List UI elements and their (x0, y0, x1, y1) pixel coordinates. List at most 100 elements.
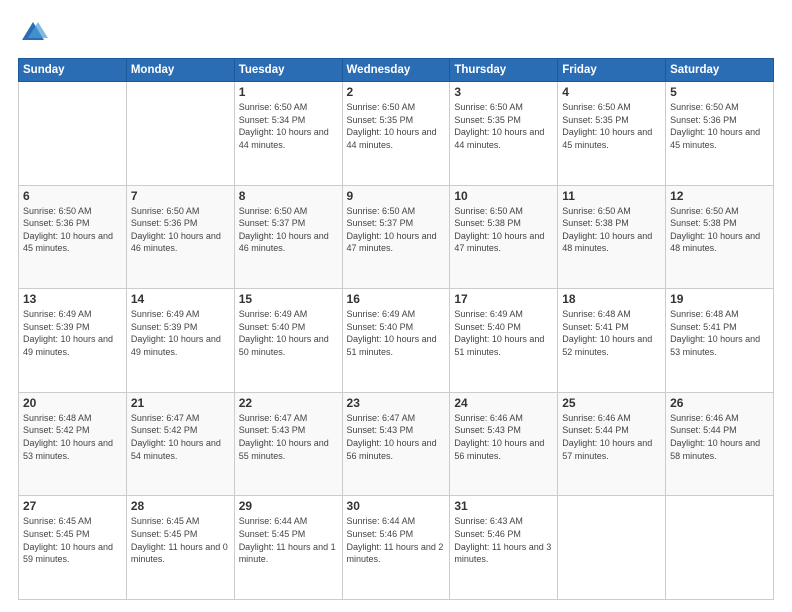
day-info: Sunrise: 6:43 AM Sunset: 5:46 PM Dayligh… (454, 515, 553, 565)
day-info: Sunrise: 6:50 AM Sunset: 5:38 PM Dayligh… (670, 205, 769, 255)
calendar-cell: 7Sunrise: 6:50 AM Sunset: 5:36 PM Daylig… (126, 185, 234, 289)
day-info: Sunrise: 6:44 AM Sunset: 5:45 PM Dayligh… (239, 515, 338, 565)
day-number: 8 (239, 189, 338, 203)
calendar-cell: 20 Sunrise: 6:48 AM Sunset: 5:42 PM Dayli… (19, 392, 127, 496)
calendar-header-tuesday: Tuesday (234, 59, 342, 82)
calendar-header-wednesday: Wednesday (342, 59, 450, 82)
calendar-cell: 5 Sunrise: 6:50 AM Sunset: 5:36 PM Daylig… (666, 82, 774, 186)
day-number: 12 (670, 189, 769, 203)
calendar-week-1: 1 Sunrise: 6:50 AM Sunset: 5:34 PM Daylig… (19, 82, 774, 186)
calendar-cell (19, 82, 127, 186)
calendar-cell: 22 Sunrise: 6:47 AM Sunset: 5:43 PM Dayli… (234, 392, 342, 496)
day-info: Sunrise: 6:48 AM Sunset: 5:41 PM Dayligh… (562, 308, 661, 358)
day-number: 30 (347, 499, 446, 513)
calendar-week-3: 13Sunrise: 6:49 AM Sunset: 5:39 PM Dayli… (19, 289, 774, 393)
day-number: 10 (454, 189, 553, 203)
day-info: Sunrise: 6:50 AM Sunset: 5:37 PM Dayligh… (239, 205, 338, 255)
day-info: Sunrise: 6:47 AM Sunset: 5:42 PM Dayligh… (131, 412, 230, 462)
day-info: Sunrise: 6:50 AM Sunset: 5:35 PM Dayligh… (562, 101, 661, 151)
day-number: 19 (670, 292, 769, 306)
day-number: 24 (454, 396, 553, 410)
day-info: Sunrise: 6:50 AM Sunset: 5:36 PM Dayligh… (670, 101, 769, 151)
day-info: Sunrise: 6:47 AM Sunset: 5:43 PM Dayligh… (239, 412, 338, 462)
calendar-cell: 16 Sunrise: 6:49 AM Sunset: 5:40 PM Dayli… (342, 289, 450, 393)
day-number: 1 (239, 85, 338, 99)
calendar-week-5: 27Sunrise: 6:45 AM Sunset: 5:45 PM Dayli… (19, 496, 774, 600)
calendar-cell: 27Sunrise: 6:45 AM Sunset: 5:45 PM Dayli… (19, 496, 127, 600)
calendar-cell: 3 Sunrise: 6:50 AM Sunset: 5:35 PM Daylig… (450, 82, 558, 186)
day-number: 7 (131, 189, 230, 203)
calendar-cell: 2 Sunrise: 6:50 AM Sunset: 5:35 PM Daylig… (342, 82, 450, 186)
day-number: 11 (562, 189, 661, 203)
calendar-table: SundayMondayTuesdayWednesdayThursdayFrid… (18, 58, 774, 600)
logo-icon (18, 18, 48, 48)
day-info: Sunrise: 6:50 AM Sunset: 5:38 PM Dayligh… (562, 205, 661, 255)
day-info: Sunrise: 6:50 AM Sunset: 5:35 PM Dayligh… (347, 101, 446, 151)
calendar-header-friday: Friday (558, 59, 666, 82)
calendar-cell: 17Sunrise: 6:49 AM Sunset: 5:40 PM Dayli… (450, 289, 558, 393)
day-info: Sunrise: 6:46 AM Sunset: 5:44 PM Dayligh… (562, 412, 661, 462)
calendar-cell: 13Sunrise: 6:49 AM Sunset: 5:39 PM Dayli… (19, 289, 127, 393)
day-info: Sunrise: 6:50 AM Sunset: 5:35 PM Dayligh… (454, 101, 553, 151)
day-info: Sunrise: 6:45 AM Sunset: 5:45 PM Dayligh… (23, 515, 122, 565)
day-number: 28 (131, 499, 230, 513)
day-number: 4 (562, 85, 661, 99)
calendar-cell: 10 Sunrise: 6:50 AM Sunset: 5:38 PM Dayli… (450, 185, 558, 289)
day-info: Sunrise: 6:48 AM Sunset: 5:41 PM Dayligh… (670, 308, 769, 358)
day-number: 2 (347, 85, 446, 99)
day-number: 9 (347, 189, 446, 203)
calendar-cell: 23 Sunrise: 6:47 AM Sunset: 5:43 PM Dayli… (342, 392, 450, 496)
day-info: Sunrise: 6:46 AM Sunset: 5:43 PM Dayligh… (454, 412, 553, 462)
day-info: Sunrise: 6:50 AM Sunset: 5:38 PM Dayligh… (454, 205, 553, 255)
day-number: 20 (23, 396, 122, 410)
calendar-cell (666, 496, 774, 600)
page: SundayMondayTuesdayWednesdayThursdayFrid… (0, 0, 792, 612)
day-number: 14 (131, 292, 230, 306)
day-number: 23 (347, 396, 446, 410)
calendar-cell: 19 Sunrise: 6:48 AM Sunset: 5:41 PM Dayli… (666, 289, 774, 393)
calendar-cell: 18Sunrise: 6:48 AM Sunset: 5:41 PM Dayli… (558, 289, 666, 393)
day-info: Sunrise: 6:50 AM Sunset: 5:36 PM Dayligh… (23, 205, 122, 255)
day-info: Sunrise: 6:46 AM Sunset: 5:44 PM Dayligh… (670, 412, 769, 462)
day-info: Sunrise: 6:50 AM Sunset: 5:34 PM Dayligh… (239, 101, 338, 151)
header (18, 18, 774, 48)
day-info: Sunrise: 6:45 AM Sunset: 5:45 PM Dayligh… (131, 515, 230, 565)
calendar-cell: 24 Sunrise: 6:46 AM Sunset: 5:43 PM Dayli… (450, 392, 558, 496)
calendar-cell: 31Sunrise: 6:43 AM Sunset: 5:46 PM Dayli… (450, 496, 558, 600)
calendar-cell (126, 82, 234, 186)
day-number: 3 (454, 85, 553, 99)
calendar-cell: 25 Sunrise: 6:46 AM Sunset: 5:44 PM Dayli… (558, 392, 666, 496)
calendar-week-4: 20 Sunrise: 6:48 AM Sunset: 5:42 PM Dayli… (19, 392, 774, 496)
calendar-cell: 8 Sunrise: 6:50 AM Sunset: 5:37 PM Daylig… (234, 185, 342, 289)
day-info: Sunrise: 6:47 AM Sunset: 5:43 PM Dayligh… (347, 412, 446, 462)
calendar-cell (558, 496, 666, 600)
logo (18, 18, 52, 48)
calendar-cell: 11 Sunrise: 6:50 AM Sunset: 5:38 PM Dayli… (558, 185, 666, 289)
day-info: Sunrise: 6:50 AM Sunset: 5:37 PM Dayligh… (347, 205, 446, 255)
calendar-cell: 1 Sunrise: 6:50 AM Sunset: 5:34 PM Daylig… (234, 82, 342, 186)
day-number: 22 (239, 396, 338, 410)
day-number: 21 (131, 396, 230, 410)
calendar-header-monday: Monday (126, 59, 234, 82)
day-info: Sunrise: 6:49 AM Sunset: 5:40 PM Dayligh… (347, 308, 446, 358)
day-number: 26 (670, 396, 769, 410)
day-info: Sunrise: 6:49 AM Sunset: 5:39 PM Dayligh… (131, 308, 230, 358)
calendar-header-sunday: Sunday (19, 59, 127, 82)
day-info: Sunrise: 6:44 AM Sunset: 5:46 PM Dayligh… (347, 515, 446, 565)
day-number: 5 (670, 85, 769, 99)
day-number: 6 (23, 189, 122, 203)
calendar-cell: 15Sunrise: 6:49 AM Sunset: 5:40 PM Dayli… (234, 289, 342, 393)
day-number: 17 (454, 292, 553, 306)
calendar-cell: 9 Sunrise: 6:50 AM Sunset: 5:37 PM Daylig… (342, 185, 450, 289)
calendar-cell: 29Sunrise: 6:44 AM Sunset: 5:45 PM Dayli… (234, 496, 342, 600)
calendar-header-row: SundayMondayTuesdayWednesdayThursdayFrid… (19, 59, 774, 82)
calendar-week-2: 6 Sunrise: 6:50 AM Sunset: 5:36 PM Daylig… (19, 185, 774, 289)
calendar-header-saturday: Saturday (666, 59, 774, 82)
calendar-cell: 28 Sunrise: 6:45 AM Sunset: 5:45 PM Dayli… (126, 496, 234, 600)
day-number: 25 (562, 396, 661, 410)
day-info: Sunrise: 6:49 AM Sunset: 5:40 PM Dayligh… (239, 308, 338, 358)
day-number: 16 (347, 292, 446, 306)
day-info: Sunrise: 6:48 AM Sunset: 5:42 PM Dayligh… (23, 412, 122, 462)
calendar-cell: 30 Sunrise: 6:44 AM Sunset: 5:46 PM Dayli… (342, 496, 450, 600)
calendar-header-thursday: Thursday (450, 59, 558, 82)
